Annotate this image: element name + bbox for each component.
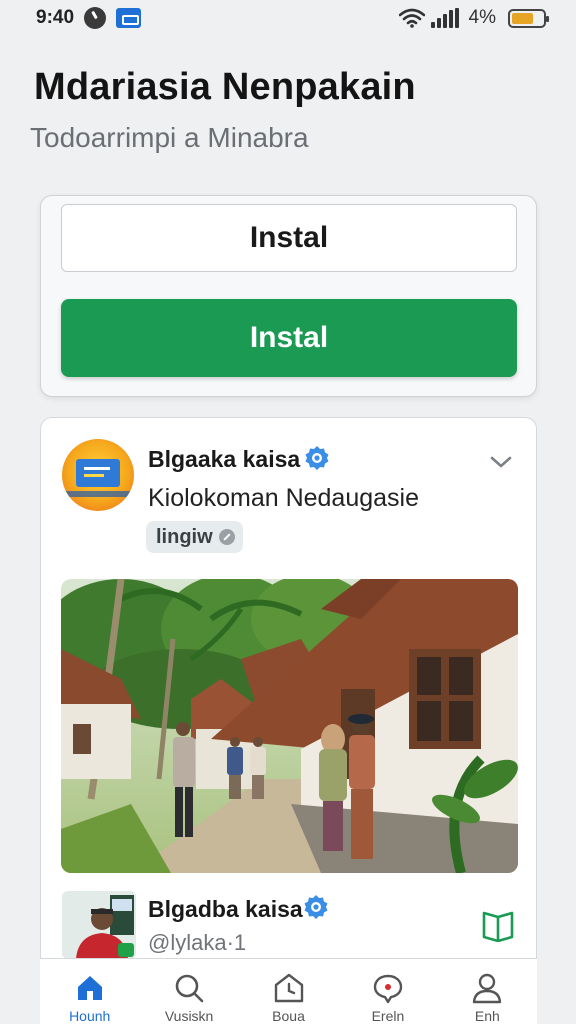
post-image[interactable] bbox=[61, 579, 518, 873]
tag-chip-icon bbox=[218, 529, 235, 545]
nav-item-box[interactable]: Boua bbox=[239, 959, 338, 1024]
author-photo-avatar[interactable] bbox=[62, 891, 136, 959]
battery-level bbox=[512, 12, 533, 24]
verified-badge-icon bbox=[304, 895, 328, 919]
page-title: Mdariasia Nenpakain bbox=[34, 66, 416, 108]
recording-indicator-icon bbox=[84, 7, 107, 29]
nav-label-search: Vusiskn bbox=[164, 1008, 214, 1024]
author-logo-avatar[interactable] bbox=[62, 439, 134, 511]
battery-icon bbox=[508, 8, 549, 28]
status-time: 9:40 bbox=[36, 7, 75, 28]
nav-label-box: Boua bbox=[272, 1008, 305, 1024]
nav-label-chat: Ereln bbox=[371, 1008, 405, 1024]
app-notification-icon bbox=[116, 8, 142, 28]
nav-item-chat[interactable]: Ereln bbox=[338, 959, 437, 1024]
wifi-icon bbox=[398, 8, 425, 28]
search-icon bbox=[175, 974, 204, 1003]
footer-author-name[interactable]: Blgadba kaisa bbox=[148, 896, 303, 923]
status-bar: 9:40 4% bbox=[0, 0, 576, 36]
install-outline-button[interactable]: Instal bbox=[61, 204, 517, 272]
page-subtitle: Todoarrimpi a Minabra bbox=[30, 122, 309, 153]
open-book-icon[interactable] bbox=[481, 908, 515, 942]
nav-label-home: Hounh bbox=[69, 1008, 111, 1024]
install-primary-button[interactable]: Instal bbox=[61, 299, 517, 377]
bottom-nav: Hounh Vusiskn Boua Ereln Enh bbox=[40, 958, 537, 1024]
nav-item-profile[interactable]: Enh bbox=[438, 959, 537, 1024]
tag-chip-label: lingiw bbox=[156, 525, 213, 548]
home-icon bbox=[77, 976, 102, 1000]
pentagon-icon bbox=[274, 973, 303, 1003]
status-indicators: 4% bbox=[398, 7, 549, 29]
install-card: Instal Instal bbox=[40, 195, 537, 397]
author-name[interactable]: Blgaaka kaisa bbox=[148, 446, 300, 473]
profile-icon bbox=[473, 973, 502, 1004]
nav-label-profile: Enh bbox=[474, 1008, 500, 1024]
chat-icon bbox=[373, 974, 403, 1004]
signal-icon bbox=[430, 8, 459, 28]
nav-item-home[interactable]: Hounh bbox=[40, 959, 139, 1024]
post-subtitle: Kiolokoman Nedaugasie bbox=[148, 484, 420, 512]
battery-percentage: 4% bbox=[468, 7, 496, 28]
chevron-down-icon[interactable] bbox=[489, 454, 513, 470]
tag-chip[interactable]: lingiw bbox=[146, 521, 243, 553]
post-card: Blgaaka kaisa Kiolokoman Nedaugasie ling… bbox=[40, 417, 537, 1024]
verified-badge-icon bbox=[305, 446, 329, 470]
nav-item-search[interactable]: Vusiskn bbox=[139, 959, 238, 1024]
footer-author-handle: @lylaka·1 bbox=[148, 930, 247, 955]
